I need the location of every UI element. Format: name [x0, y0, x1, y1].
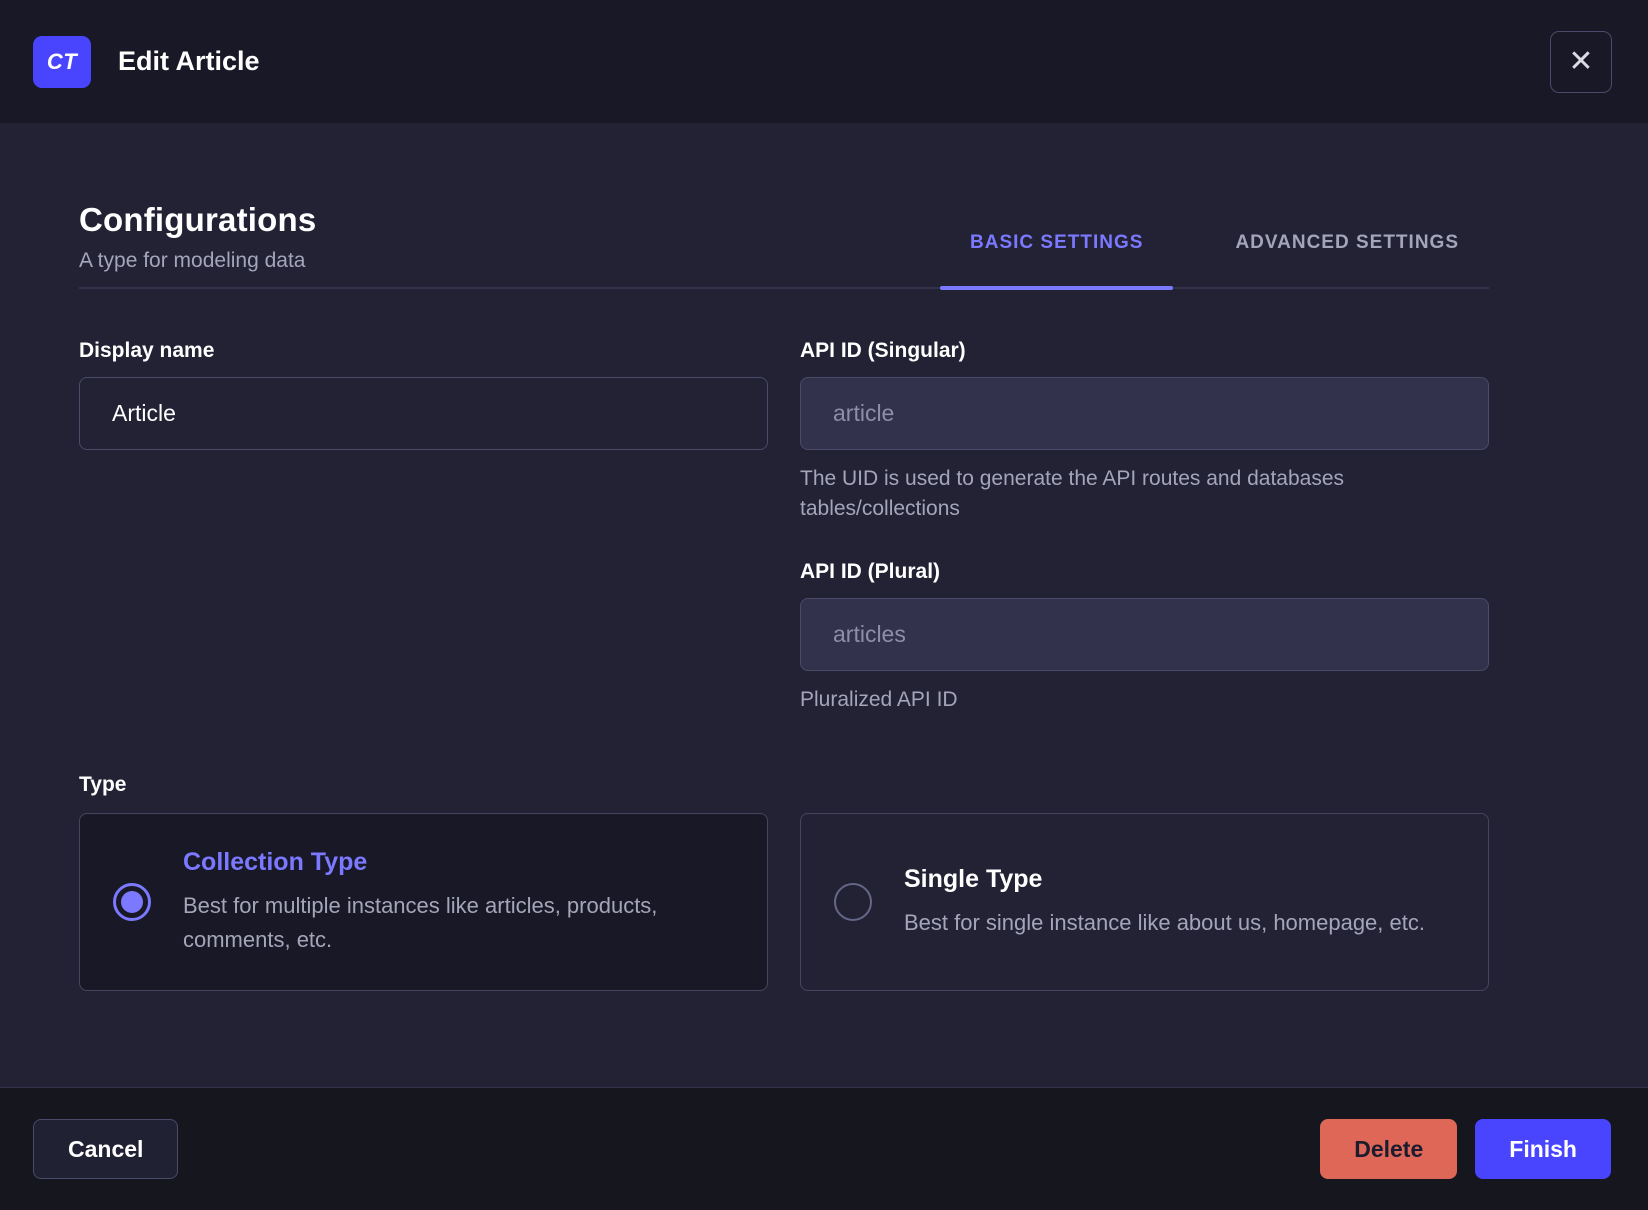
heading-block: Configurations A type for modeling data: [79, 201, 316, 287]
api-id-singular-field-group: API ID (Singular) The UID is used to gen…: [800, 339, 1489, 524]
single-type-radio-icon[interactable]: [834, 883, 872, 921]
page-title: Configurations: [79, 201, 317, 238]
type-options: Collection Type Best for multiple instan…: [79, 813, 1489, 991]
collection-type-description: Best for multiple instances like article…: [183, 892, 658, 952]
api-id-plural-field-group: API ID (Plural) Pluralized API ID: [800, 560, 1489, 715]
type-label: Type: [79, 773, 127, 796]
type-option-single[interactable]: Single Type Best for single instance lik…: [800, 813, 1489, 991]
collection-type-title: Collection Type: [183, 847, 368, 876]
single-type-description: Best for single instance like about us, …: [904, 909, 1425, 935]
form-left-column: Display name: [79, 339, 768, 751]
close-icon: ✕: [1568, 43, 1594, 79]
title-row: Configurations A type for modeling data …: [79, 201, 1489, 290]
tab-basic-settings[interactable]: BASIC SETTINGS: [940, 232, 1174, 290]
display-name-field-group: Display name: [79, 339, 768, 450]
api-id-plural-hint: Pluralized API ID: [800, 688, 958, 711]
api-id-plural-input[interactable]: [800, 598, 1489, 671]
display-name-input[interactable]: [79, 377, 768, 450]
configuration-form: Display name API ID (Singular) The UID i…: [79, 339, 1489, 751]
single-type-title: Single Type: [904, 864, 1043, 893]
type-option-collection[interactable]: Collection Type Best for multiple instan…: [79, 813, 768, 991]
cancel-button[interactable]: Cancel: [33, 1119, 179, 1179]
api-id-plural-label: API ID (Plural): [800, 560, 941, 583]
modal-header: CT Edit Article ✕: [0, 0, 1648, 123]
settings-tabs: BASIC SETTINGS ADVANCED SETTINGS: [940, 232, 1489, 290]
content-type-badge-label: CT: [46, 48, 78, 74]
modal-footer: Cancel Delete Finish: [0, 1087, 1648, 1210]
page-subtitle: A type for modeling data: [79, 249, 306, 272]
collection-type-radio-icon[interactable]: [113, 883, 151, 921]
display-name-label: Display name: [79, 339, 215, 362]
form-right-column: API ID (Singular) The UID is used to gen…: [800, 339, 1489, 751]
finish-button[interactable]: Finish: [1475, 1119, 1611, 1179]
tab-advanced-settings[interactable]: ADVANCED SETTINGS: [1205, 232, 1489, 287]
close-button[interactable]: ✕: [1550, 30, 1612, 93]
delete-button[interactable]: Delete: [1320, 1119, 1458, 1179]
modal-body: Configurations A type for modeling data …: [0, 123, 1648, 1087]
content-type-badge: CT: [33, 35, 91, 88]
edit-article-modal: CT Edit Article ✕ Configurations A type …: [0, 0, 1648, 1210]
api-id-singular-hint: The UID is used to generate the API rout…: [800, 467, 1345, 520]
api-id-singular-label: API ID (Singular): [800, 339, 966, 362]
type-section: Type Collection Type Best for multiple i…: [79, 773, 1489, 991]
single-type-texts: Single Type Best for single instance lik…: [904, 865, 1425, 940]
modal-title: Edit Article: [118, 46, 260, 76]
collection-type-texts: Collection Type Best for multiple instan…: [183, 848, 734, 957]
api-id-singular-input[interactable]: [800, 377, 1489, 450]
